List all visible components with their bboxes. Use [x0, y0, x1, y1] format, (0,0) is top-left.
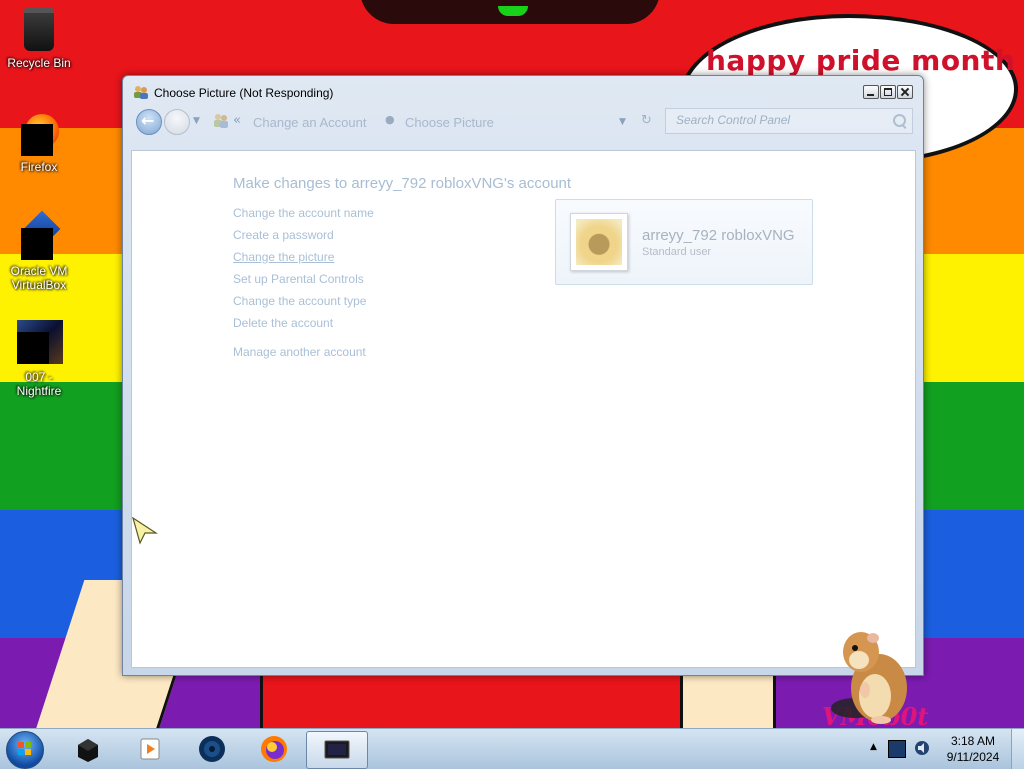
search-box[interactable] — [665, 108, 913, 134]
firefox-icon — [261, 736, 287, 762]
taskbar-item-virtualbox[interactable] — [58, 731, 118, 767]
close-button[interactable] — [897, 85, 913, 99]
windows-logo-icon — [18, 742, 31, 755]
taskbar-clock[interactable]: 3:18 AM 9/11/2024 — [938, 733, 1008, 765]
desktop-icon-nightfire[interactable]: 007 - Nightfire — [1, 320, 77, 398]
link-change-picture[interactable]: Change the picture — [233, 250, 374, 272]
link-delete-account[interactable]: Delete the account — [233, 316, 374, 338]
breadcrumb-overflow-icon[interactable]: « — [233, 113, 241, 128]
control-panel-icon — [214, 114, 228, 128]
nightfire-game-icon — [15, 320, 63, 364]
forward-button[interactable] — [164, 109, 190, 135]
link-create-password[interactable]: Create a password — [233, 228, 374, 250]
desktop-icon-label: 007 - Nightfire — [16, 370, 62, 398]
breadcrumb-change-account[interactable]: Change an Account — [253, 115, 366, 130]
taskbar-item-control-panel[interactable] — [306, 731, 368, 769]
desktop-icon-label: Recycle Bin — [7, 56, 71, 70]
choose-picture-window: Choose Picture (Not Responding) ▼ « Chan… — [122, 75, 924, 724]
search-icon[interactable] — [893, 114, 906, 127]
desktop-icon-virtualbox[interactable]: Oracle VM VirtualBox — [1, 210, 77, 292]
navigation-bar: ▼ « Change an Account ● Choose Picture ▼… — [129, 104, 917, 144]
account-picture-frame — [570, 213, 628, 271]
content-pane: Make changes to arreyy_792 robloxVNG's a… — [131, 150, 916, 668]
account-type: Standard user — [642, 246, 712, 258]
firefox-icon — [19, 112, 59, 156]
volume-icon[interactable] — [914, 740, 930, 756]
network-icon[interactable] — [888, 740, 906, 758]
task-links: Change the account name Create a passwor… — [233, 206, 374, 367]
page-heading: Make changes to arreyy_792 robloxVNG's a… — [233, 175, 572, 192]
taskbar-item-game[interactable] — [182, 731, 242, 767]
back-button[interactable] — [136, 109, 162, 135]
link-change-account-name[interactable]: Change the account name — [233, 206, 374, 228]
search-input[interactable] — [676, 112, 886, 128]
show-hidden-icons-button[interactable]: ▲ — [870, 742, 877, 752]
link-change-account-type[interactable]: Change the account type — [233, 294, 374, 316]
taskbar-item-firefox[interactable] — [244, 731, 304, 767]
link-manage-another-account[interactable]: Manage another account — [233, 345, 374, 367]
media-player-icon — [140, 738, 160, 760]
account-card: arreyy_792 robloxVNG Standard user — [555, 199, 813, 285]
start-button[interactable] — [6, 731, 44, 769]
link-parental-controls[interactable]: Set up Parental Controls — [233, 272, 374, 294]
taskbar: ▲ 3:18 AM 9/11/2024 — [0, 728, 1024, 769]
flower-picture-icon — [576, 219, 622, 265]
mouse-pointer-icon — [132, 517, 158, 545]
desktop-icon-recycle-bin[interactable]: Recycle Bin — [1, 6, 77, 70]
system-tray: ▲ 3:18 AM 9/11/2024 — [862, 729, 1024, 769]
show-desktop-button[interactable] — [1011, 729, 1024, 769]
window-title: Choose Picture (Not Responding) — [154, 86, 334, 100]
taskbar-item-media-player[interactable] — [120, 731, 180, 767]
clock-time: 3:18 AM — [950, 734, 996, 748]
breadcrumb-choose-picture[interactable]: Choose Picture — [405, 115, 494, 130]
desktop-icon-label: Oracle VM VirtualBox — [10, 264, 68, 292]
user-accounts-icon — [134, 86, 148, 99]
account-name: arreyy_792 robloxVNG — [642, 227, 795, 244]
desktop-icon-label: Firefox — [20, 160, 58, 174]
refresh-icon[interactable]: ↻ — [641, 113, 652, 128]
minimize-button[interactable] — [863, 85, 879, 99]
recycle-bin-icon — [19, 8, 59, 52]
game-disc-icon — [199, 736, 225, 762]
recent-pages-dropdown-icon[interactable]: ▼ — [193, 116, 200, 126]
desktop-icon-firefox[interactable]: Firefox — [1, 112, 77, 174]
clock-date: 9/11/2024 — [946, 750, 1000, 764]
maximize-button[interactable] — [880, 85, 896, 99]
virtualbox-icon — [19, 210, 61, 260]
address-dropdown-icon[interactable]: ▼ — [619, 117, 626, 127]
monitor-window-icon — [324, 740, 350, 759]
breadcrumb-separator-icon[interactable]: ● — [385, 113, 395, 126]
hamster-icon — [831, 632, 907, 724]
virtualbox-icon — [78, 739, 98, 762]
speech-bubble-text: happy pride month — [706, 44, 1016, 77]
